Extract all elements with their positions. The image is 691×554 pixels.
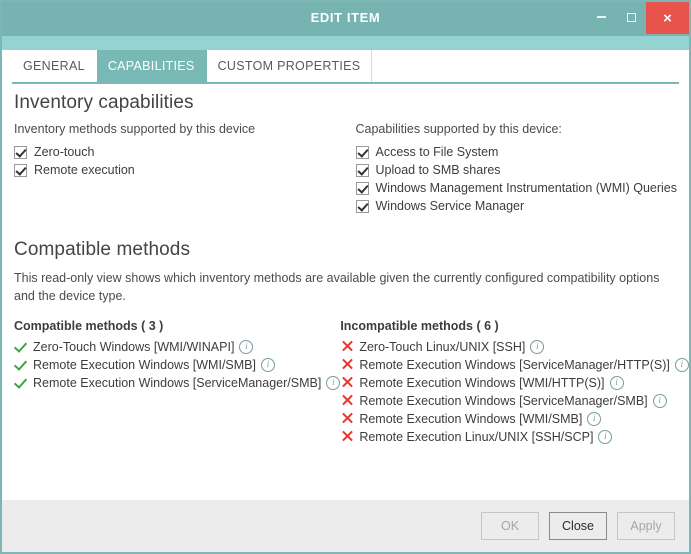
window-controls: × (586, 2, 689, 36)
checkbox-row-zero-touch[interactable]: Zero-touch (14, 145, 356, 159)
compatible-method-row: Zero-Touch Windows [WMI/WINAPI] i (14, 339, 340, 354)
compatible-methods-description: This read-only view shows which inventor… (14, 269, 677, 305)
minimize-button[interactable] (586, 2, 616, 40)
device-capabilities-subtitle: Capabilities supported by this device: (356, 122, 678, 136)
cross-icon (340, 375, 357, 390)
cross-icon (340, 411, 357, 426)
incompatible-methods-count-header: Incompatible methods ( 6 ) (340, 319, 689, 333)
checkbox-row-upload-smb-shares[interactable]: Upload to SMB shares (356, 163, 678, 177)
compatible-methods-heading: Compatible methods (14, 239, 677, 261)
maximize-icon (627, 13, 636, 22)
cross-icon (340, 393, 357, 408)
checkbox-zero-touch[interactable] (14, 146, 27, 159)
compatible-method-label: Remote Execution Windows [WMI/SMB] (33, 358, 256, 372)
checkbox-row-remote-execution[interactable]: Remote execution (14, 163, 356, 177)
checkbox-wmi-queries[interactable] (356, 182, 369, 195)
info-icon[interactable]: i (530, 340, 544, 354)
minimize-icon (597, 16, 606, 18)
info-icon[interactable]: i (675, 358, 689, 372)
incompatible-method-row: Remote Execution Windows [WMI/SMB] i (340, 411, 689, 426)
info-icon[interactable]: i (587, 412, 601, 426)
incompatible-method-row: Remote Execution Linux/UNIX [SSH/SCP] i (340, 429, 689, 444)
incompatible-method-label: Remote Execution Windows [WMI/SMB] (359, 412, 582, 426)
close-dialog-button[interactable]: Close (549, 512, 607, 540)
checkbox-label-zero-touch: Zero-touch (34, 145, 94, 159)
maximize-button[interactable] (616, 2, 646, 32)
info-icon[interactable]: i (610, 376, 624, 390)
incompatible-method-label: Remote Execution Windows [ServiceManager… (359, 358, 670, 372)
title-bar: EDIT ITEM × (2, 2, 689, 36)
info-icon[interactable]: i (239, 340, 253, 354)
checkbox-remote-execution[interactable] (14, 164, 27, 177)
checkbox-row-access-file-system[interactable]: Access to File System (356, 145, 678, 159)
info-icon[interactable]: i (326, 376, 340, 390)
checkbox-row-windows-service-manager[interactable]: Windows Service Manager (356, 199, 678, 213)
checkbox-upload-smb-shares[interactable] (356, 164, 369, 177)
checkbox-label-windows-service-manager: Windows Service Manager (376, 199, 525, 213)
incompatible-method-row: Zero-Touch Linux/UNIX [SSH] i (340, 339, 689, 354)
check-icon (14, 339, 31, 354)
checkbox-label-wmi-queries: Windows Management Instrumentation (WMI)… (376, 181, 678, 195)
inventory-methods-subtitle: Inventory methods supported by this devi… (14, 122, 356, 136)
cross-icon (340, 339, 357, 354)
info-icon[interactable]: i (653, 394, 667, 408)
info-icon[interactable]: i (261, 358, 275, 372)
incompatible-method-row: Remote Execution Windows [WMI/HTTP(S)] i (340, 375, 689, 390)
compatible-method-label: Remote Execution Windows [ServiceManager… (33, 376, 321, 390)
info-icon[interactable]: i (598, 430, 612, 444)
compatible-method-row: Remote Execution Windows [ServiceManager… (14, 375, 340, 390)
apply-button[interactable]: Apply (617, 512, 675, 540)
incompatible-method-row: Remote Execution Windows [ServiceManager… (340, 357, 689, 372)
inventory-methods-column: Inventory methods supported by this devi… (14, 122, 356, 217)
inventory-columns: Inventory methods supported by this devi… (14, 122, 677, 217)
methods-columns: Compatible methods ( 3 ) Zero-Touch Wind… (14, 319, 677, 447)
title-accent-strip (2, 36, 689, 50)
incompatible-method-row: Remote Execution Windows [ServiceManager… (340, 393, 689, 408)
incompatible-method-label: Remote Execution Windows [WMI/HTTP(S)] (359, 376, 604, 390)
cross-icon (340, 357, 357, 372)
edit-item-dialog: EDIT ITEM × GENERAL CAPABILITIES CUSTOM … (0, 0, 691, 554)
close-button[interactable]: × (646, 2, 689, 34)
check-icon (14, 375, 31, 390)
incompatible-method-label: Remote Execution Linux/UNIX [SSH/SCP] (359, 430, 593, 444)
inventory-capabilities-heading: Inventory capabilities (14, 92, 677, 114)
checkbox-label-remote-execution: Remote execution (34, 163, 135, 177)
checkbox-access-file-system[interactable] (356, 146, 369, 159)
tab-content-capabilities: Inventory capabilities Inventory methods… (2, 82, 689, 498)
tab-general[interactable]: GENERAL (12, 50, 97, 82)
ok-button[interactable]: OK (481, 512, 539, 540)
checkbox-row-wmi-queries[interactable]: Windows Management Instrumentation (WMI)… (356, 181, 678, 195)
compatible-method-row: Remote Execution Windows [WMI/SMB] i (14, 357, 340, 372)
compatible-method-label: Zero-Touch Windows [WMI/WINAPI] (33, 340, 234, 354)
dialog-footer: OK Close Apply (2, 500, 689, 552)
checkbox-windows-service-manager[interactable] (356, 200, 369, 213)
compatible-methods-count-header: Compatible methods ( 3 ) (14, 319, 340, 333)
incompatible-methods-column: Incompatible methods ( 6 ) Zero-Touch Li… (340, 319, 689, 447)
device-capabilities-column: Capabilities supported by this device: A… (356, 122, 678, 217)
checkbox-label-access-file-system: Access to File System (376, 145, 499, 159)
cross-icon (340, 429, 357, 444)
compatible-methods-column: Compatible methods ( 3 ) Zero-Touch Wind… (14, 319, 340, 447)
tab-custom-properties[interactable]: CUSTOM PROPERTIES (207, 50, 373, 82)
tab-capabilities[interactable]: CAPABILITIES (97, 50, 207, 82)
incompatible-method-label: Zero-Touch Linux/UNIX [SSH] (359, 340, 525, 354)
check-icon (14, 357, 31, 372)
incompatible-method-label: Remote Execution Windows [ServiceManager… (359, 394, 647, 408)
tab-bar: GENERAL CAPABILITIES CUSTOM PROPERTIES (12, 50, 679, 84)
checkbox-label-upload-smb-shares: Upload to SMB shares (376, 163, 501, 177)
